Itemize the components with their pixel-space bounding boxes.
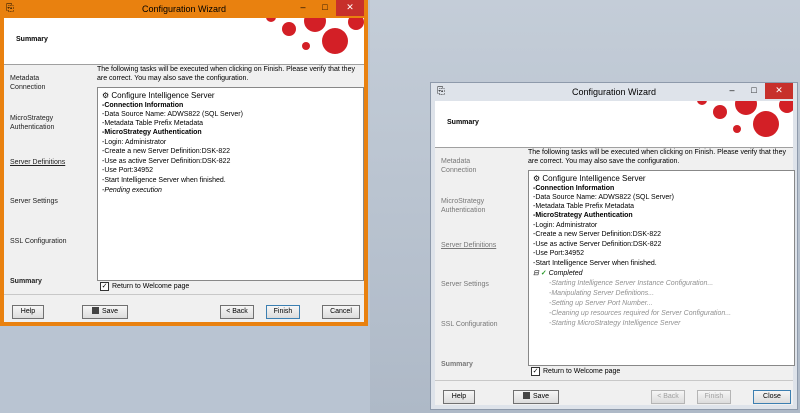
floppy-disk-icon	[523, 392, 531, 399]
help-button[interactable]: Help	[443, 390, 475, 404]
back-button[interactable]: < Back	[651, 390, 685, 404]
tree-item: -Connection Information	[102, 102, 184, 109]
nav-summary[interactable]: Summary	[441, 360, 521, 369]
tree-status-completed[interactable]: ⊟ ✓ Completed	[533, 269, 582, 278]
wizard-client-area: Summary Metadata Connection MicroStrategy…	[4, 18, 364, 322]
nav-summary[interactable]: Summary	[10, 277, 90, 286]
back-button[interactable]: < Back	[220, 305, 254, 319]
close-button[interactable]: Close	[753, 390, 791, 404]
title-bar[interactable]: ⎘ Configuration Wizard – □ ✕	[431, 83, 797, 101]
checkbox-checked-icon[interactable]: ✓	[100, 282, 109, 291]
help-button[interactable]: Help	[12, 305, 44, 319]
checkbox-checked-icon[interactable]: ✓	[531, 367, 540, 376]
tree-item: -Use as active Server Definition:DSK-822	[533, 241, 662, 248]
nav-ssl-configuration[interactable]: SSL Configuration	[441, 320, 521, 329]
tree-item: -Start Intelligence Server when finished…	[102, 177, 226, 184]
page-title: Summary	[16, 36, 48, 43]
return-to-welcome-checkbox[interactable]: ✓ Return to Welcome page	[100, 282, 189, 291]
tree-root: ⚙ Configure Intelligence Server	[102, 91, 215, 100]
server-config-icon: ⚙	[102, 91, 112, 100]
progress-step: -Starting Intelligence Server Instance C…	[549, 280, 714, 287]
tree-item: -Metadata Table Prefix Metadata	[533, 203, 635, 210]
nav-server-definitions[interactable]: Server Definitions	[441, 241, 521, 250]
finish-button[interactable]: Finish	[266, 305, 300, 319]
tree-item: -Data Source Name: ADWS822 (SQL Server)	[533, 194, 674, 201]
minimize-button[interactable]: –	[292, 0, 314, 16]
tree-item: -MicroStrategy Authentication	[102, 129, 202, 136]
nav-ssl-configuration[interactable]: SSL Configuration	[10, 237, 90, 246]
save-button[interactable]: Save	[513, 390, 559, 404]
configuration-wizard-window-pending: ⎘ Configuration Wizard – □ ✕ Summary Met…	[0, 0, 368, 326]
configuration-wizard-window-completed: ⎘ Configuration Wizard – □ ✕ Summary Met…	[430, 82, 798, 410]
tree-item: -Connection Information	[533, 185, 615, 192]
tree-item: -Metadata Table Prefix Metadata	[102, 120, 204, 127]
progress-step: -Setting up Server Port Number...	[549, 300, 653, 307]
nav-metadata-connection[interactable]: Metadata Connection	[10, 74, 90, 92]
finish-button[interactable]: Finish	[697, 390, 731, 404]
summary-tree[interactable]: ⚙ Configure Intelligence Server -Connect…	[528, 170, 795, 366]
divider	[4, 294, 364, 295]
wizard-client-area: Summary Metadata Connection MicroStrategy…	[435, 101, 795, 405]
tree-item: -Login: Administrator	[102, 139, 167, 146]
summary-intro-text: The following tasks will be executed whe…	[97, 66, 355, 82]
tree-item: -Use Port:34952	[533, 250, 584, 257]
floppy-disk-icon	[92, 307, 100, 314]
tree-status-pending: -Pending execution	[102, 187, 162, 194]
divider	[435, 380, 793, 381]
nav-microstrategy-authentication[interactable]: MicroStrategy Authentication	[10, 114, 90, 132]
save-button[interactable]: Save	[82, 305, 128, 319]
maximize-button[interactable]: □	[743, 83, 765, 99]
checkmark-icon: ✓	[540, 270, 549, 277]
tree-item: -Create a new Server Definition:DSK-822	[533, 231, 662, 238]
tree-item: -Start Intelligence Server when finished…	[533, 260, 657, 267]
tree-root: ⚙ Configure Intelligence Server	[533, 174, 646, 183]
nav-server-settings[interactable]: Server Settings	[441, 280, 521, 289]
tree-item: -Use Port:34952	[102, 167, 153, 174]
page-title: Summary	[447, 119, 479, 126]
tree-item: -Use as active Server Definition:DSK-822	[102, 158, 231, 165]
close-window-button[interactable]: ✕	[336, 0, 364, 16]
nav-server-settings[interactable]: Server Settings	[10, 197, 90, 206]
tree-item: -Data Source Name: ADWS822 (SQL Server)	[102, 111, 243, 118]
minimize-button[interactable]: –	[721, 83, 743, 99]
summary-intro-text: The following tasks will be executed whe…	[528, 149, 786, 165]
wizard-header: Summary	[4, 18, 364, 65]
cancel-button[interactable]: Cancel	[322, 305, 360, 319]
tree-item: -MicroStrategy Authentication	[533, 212, 633, 219]
summary-tree[interactable]: ⚙ Configure Intelligence Server -Connect…	[97, 87, 364, 281]
wizard-nav: Metadata Connection MicroStrategy Authenti…	[4, 64, 91, 294]
return-to-welcome-checkbox[interactable]: ✓ Return to Welcome page	[531, 367, 620, 376]
tree-item: -Create a new Server Definition:DSK-822	[102, 148, 231, 155]
progress-step: -Manipulating Server Definitions...	[549, 290, 655, 297]
close-window-button[interactable]: ✕	[765, 83, 793, 99]
nav-metadata-connection[interactable]: Metadata Connection	[441, 157, 521, 175]
title-bar[interactable]: ⎘ Configuration Wizard – □ ✕	[0, 0, 368, 18]
progress-step: -Cleaning up resources required for Serv…	[549, 310, 732, 317]
wizard-nav: Metadata Connection MicroStrategy Authenti…	[435, 147, 522, 377]
wizard-header: Summary	[435, 101, 793, 148]
nav-microstrategy-authentication[interactable]: MicroStrategy Authentication	[441, 197, 521, 215]
server-config-icon: ⚙	[533, 174, 543, 183]
tree-item: -Login: Administrator	[533, 222, 598, 229]
collapse-icon: ⊟	[533, 270, 541, 277]
nav-server-definitions[interactable]: Server Definitions	[10, 158, 90, 167]
maximize-button[interactable]: □	[314, 0, 336, 16]
progress-step: -Starting MicroStrategy Intelligence Ser…	[549, 320, 681, 327]
